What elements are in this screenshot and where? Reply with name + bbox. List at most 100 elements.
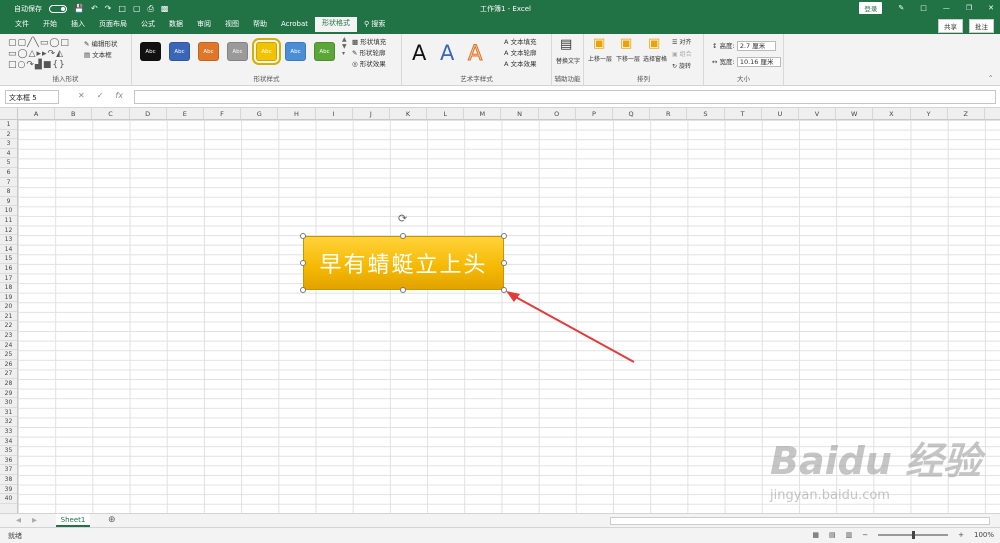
row-header[interactable]: 26 [0,360,17,370]
row-header[interactable]: 9 [0,197,17,207]
shape-effect-button[interactable]: ◎ 形状效果 [352,58,386,68]
shape-style-green[interactable]: Abc [314,42,335,61]
next-sheet-icon[interactable]: ▶ [32,516,37,524]
tab-data[interactable]: 数据 [162,17,190,34]
column-header[interactable]: C [92,108,130,119]
normal-view-icon[interactable]: ▦ [812,531,819,539]
new-file-icon[interactable]: □ [118,4,126,13]
shape-fill-button[interactable]: ▩ 形状填充 [352,36,386,46]
row-header[interactable]: 28 [0,379,17,389]
row-header[interactable]: 30 [0,398,17,408]
row-header[interactable]: 10 [0,206,17,216]
close-icon[interactable]: ✕ [988,4,994,12]
row-header[interactable]: 39 [0,485,17,495]
row-header[interactable]: 38 [0,475,17,485]
zoom-slider[interactable] [878,531,949,539]
selection-pane-button[interactable]: 选择窗格 [643,54,667,63]
row-header[interactable]: 31 [0,408,17,418]
undo-icon[interactable]: ↶ [91,4,98,13]
text-effect-button[interactable]: A 文本效果 [504,58,537,68]
row-header[interactable]: 12 [0,226,17,236]
row-header[interactable]: 14 [0,245,17,255]
column-header[interactable]: G [241,108,279,119]
resize-handle-w[interactable] [300,260,306,266]
row-header[interactable]: 8 [0,187,17,197]
column-header[interactable]: T [725,108,762,119]
row-header[interactable]: 29 [0,389,17,399]
tab-formulas[interactable]: 公式 [134,17,162,34]
select-all-corner[interactable] [0,108,18,120]
row-header[interactable]: 16 [0,264,17,274]
wordart-style-blue[interactable]: A [440,41,454,65]
column-header[interactable]: W [836,108,874,119]
row-header[interactable]: 23 [0,331,17,341]
prev-sheet-icon[interactable]: ◀ [16,516,21,524]
shape-style-gray[interactable]: Abc [227,42,248,61]
column-header[interactable]: L [427,108,465,119]
horizontal-scrollbar[interactable] [610,517,990,525]
minimize-icon[interactable]: — [943,4,950,12]
wordart-style-orange[interactable]: A [467,41,482,66]
resize-handle-n[interactable] [400,233,406,239]
share-button[interactable]: 共享 [938,19,963,33]
comment-button[interactable]: 批注 [969,19,994,33]
zoom-in-icon[interactable]: + [958,531,964,539]
tab-help[interactable]: 帮助 [246,17,274,34]
column-header[interactable]: J [353,108,390,119]
page-break-view-icon[interactable]: ▥ [846,531,853,539]
tab-insert[interactable]: 插入 [64,17,92,34]
width-value[interactable]: 10.16 厘米 [736,57,781,67]
pen-icon[interactable]: ✎ [898,4,904,12]
row-header[interactable]: 3 [0,139,17,149]
send-backward-icon[interactable]: ▣ [620,36,632,51]
column-header[interactable]: N [501,108,539,119]
row-header[interactable]: 7 [0,178,17,188]
sheet-tab-sheet1[interactable]: Sheet1 [56,514,90,527]
column-header[interactable]: M [464,108,502,119]
row-header[interactable]: 6 [0,168,17,178]
wordart-style-black[interactable]: A [412,41,426,65]
row-header[interactable]: 37 [0,465,17,475]
shape-style-orange[interactable]: Abc [198,42,219,61]
textbox-button[interactable]: ▤ 文本框 [84,49,112,59]
page-layout-view-icon[interactable]: ▤ [829,531,836,539]
save-icon[interactable]: 💾 [74,4,84,13]
open-file-icon[interactable]: ▢ [133,4,141,13]
column-header[interactable]: H [278,108,316,119]
row-header[interactable]: 4 [0,149,17,159]
column-header[interactable]: A [18,108,56,119]
resize-handle-s[interactable] [400,287,406,293]
tab-file[interactable]: 文件 [8,17,36,34]
height-field[interactable]: ↕ 高度: 2.7 厘米 [712,40,777,51]
tab-view[interactable]: 视图 [218,17,246,34]
print-preview-icon[interactable]: ▩ [161,4,169,13]
row-header[interactable]: 2 [0,130,17,140]
row-header[interactable]: 15 [0,254,17,264]
row-header[interactable]: 1 [0,120,17,130]
column-header[interactable]: R [650,108,688,119]
shape-style-blue[interactable]: Abc [169,42,190,61]
shape-style-gold[interactable]: Abc [252,38,281,65]
send-backward-button[interactable]: 下移一层 [616,54,640,63]
formula-input[interactable] [134,90,996,104]
column-header[interactable]: S [687,108,725,119]
textbox-text[interactable]: 早有蜻蜓立上头 [319,247,487,279]
column-header[interactable]: P [576,108,613,119]
name-box[interactable]: 文本框 5 [5,90,59,104]
tab-shape-format[interactable]: 形状格式 [315,17,357,34]
row-header[interactable]: 34 [0,437,17,447]
column-header[interactable]: F [204,108,242,119]
row-header[interactable]: 25 [0,350,17,360]
row-header[interactable]: 5 [0,158,17,168]
resize-handle-se[interactable] [501,287,507,293]
column-header[interactable]: Y [911,108,948,119]
tab-acrobat[interactable]: Acrobat [274,17,315,34]
shape-style-black[interactable]: Abc [140,42,161,61]
column-header[interactable]: O [539,108,576,119]
autosave-toggle[interactable] [49,4,67,13]
resize-handle-nw[interactable] [300,233,306,239]
row-header[interactable]: 17 [0,274,17,284]
shape-style-lightblue[interactable]: Abc [285,42,306,61]
column-header[interactable]: K [390,108,428,119]
row-header[interactable]: 32 [0,417,17,427]
